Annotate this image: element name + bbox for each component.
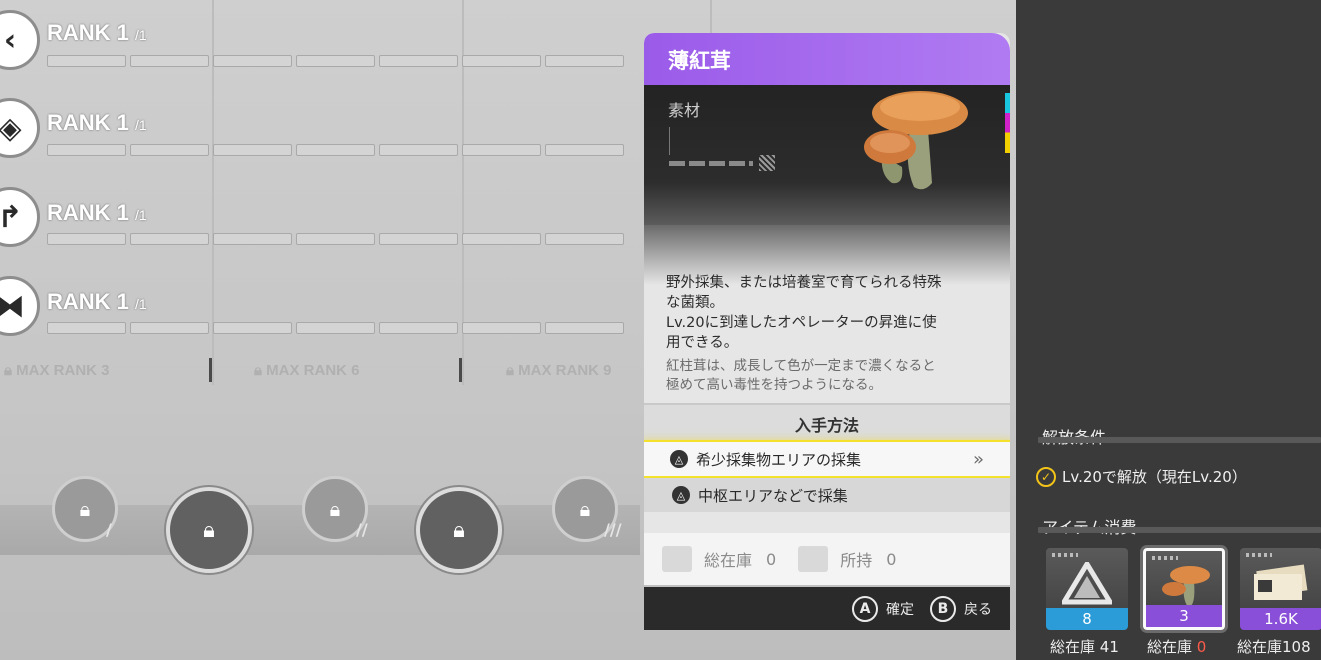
arrow-icon: ↱ bbox=[0, 187, 40, 247]
stock-label-3: 総在庫108 bbox=[1237, 638, 1311, 656]
stock-footer: 総在庫 0 所持 0 bbox=[644, 533, 1010, 585]
item-hero: 素材 bbox=[644, 85, 1010, 225]
mushroom-icon bbox=[1162, 566, 1210, 607]
lock-icon: 🔒︎ bbox=[79, 497, 91, 521]
crystal-icon bbox=[1062, 562, 1112, 605]
rank-label: RANK 1 /1 bbox=[47, 289, 147, 314]
warehouse-icon bbox=[662, 546, 692, 572]
max-rank-tick bbox=[459, 358, 462, 382]
item-detail-card: 薄紅茸 素材 野外採集、または培養室で育てられる特殊 な菌類。 Lv.20に到達… bbox=[644, 33, 1010, 585]
tier-marks: /// bbox=[604, 520, 622, 539]
owned-value: 0 bbox=[886, 549, 897, 569]
b-button-icon: B bbox=[930, 595, 956, 622]
item-category: 素材 bbox=[668, 101, 701, 120]
rank-label: RANK 1 /1 bbox=[47, 20, 147, 45]
requirements-panel: 解放条件 ✓ Lv.20で解放（現在Lv.20） アイテム消費 8 3 1.6K… bbox=[1016, 0, 1321, 660]
lock-icon: 🔒︎ bbox=[203, 517, 215, 543]
rank-row-3[interactable]: ↱ RANK 1 /1 bbox=[0, 187, 640, 267]
lock-icon: 🔒︎ bbox=[329, 497, 341, 521]
rank-progress-bars bbox=[47, 55, 624, 67]
decor-bar bbox=[669, 161, 753, 166]
gathering-icon: ◬ bbox=[672, 486, 690, 504]
rank-progress-bars bbox=[47, 144, 624, 156]
check-icon: ✓ bbox=[1036, 466, 1056, 487]
lock-icon: 🔒︎ bbox=[453, 517, 465, 543]
rank-label: RANK 1 /1 bbox=[47, 200, 147, 225]
rank-row-4[interactable]: ⧓ RANK 1 /1 bbox=[0, 276, 640, 356]
stock-label-2: 総在庫 0 bbox=[1147, 638, 1207, 656]
locked-node-4[interactable]: 🔒︎ bbox=[416, 487, 502, 573]
item-count: 1.6K bbox=[1240, 608, 1321, 630]
button-bar: A 確定 B 戻る bbox=[644, 587, 1010, 630]
item-lore: 紅柱茸は、成長して色が一定まで濃くなると 極めて高い毒性を持つようになる。 bbox=[666, 358, 936, 393]
owned-label: 所持 bbox=[840, 551, 873, 570]
qr-icon bbox=[759, 155, 775, 171]
rank-row-1[interactable]: ‹ RANK 1 /1 bbox=[0, 10, 640, 90]
locked-node-2[interactable]: 🔒︎ bbox=[166, 487, 252, 573]
acquisition-label: 希少採集物エリアの採集 bbox=[696, 450, 862, 469]
item-description: 野外採集、または培養室で育てられる特殊 な菌類。 Lv.20に到達したオペレータ… bbox=[666, 275, 942, 351]
acquisition-label: 中枢エリアなどで採集 bbox=[698, 486, 848, 505]
section-rule bbox=[1038, 527, 1321, 533]
cube-icon: ◈ bbox=[0, 98, 40, 158]
lock-icon: 🔒︎ bbox=[579, 497, 591, 521]
acquisition-rare-gathering[interactable]: ◬ 希少採集物エリアの採集 » bbox=[644, 440, 1010, 478]
tier-marks: // bbox=[356, 520, 368, 539]
rank-progress-bars bbox=[47, 233, 624, 245]
max-rank-label: 🔒︎ MAX RANK 9 bbox=[506, 362, 612, 379]
max-rank-label: 🔒︎ MAX RANK 6 bbox=[254, 362, 360, 379]
chevron-icon: ‹ bbox=[0, 10, 40, 70]
banknote-icon bbox=[1254, 564, 1308, 600]
rank-progress-bars bbox=[47, 322, 624, 334]
a-button-icon: A bbox=[852, 595, 878, 622]
unlock-title: 解放条件 bbox=[1042, 424, 1106, 448]
acquisition-hub-gathering[interactable]: ◬ 中枢エリアなどで採集 bbox=[644, 478, 1010, 512]
link-icon: ⧓ bbox=[0, 276, 40, 336]
consume-item-1[interactable]: 8 bbox=[1046, 548, 1128, 630]
storage-value: 0 bbox=[766, 549, 777, 569]
rank-label: RANK 1 /1 bbox=[47, 110, 147, 135]
back-button[interactable]: B 戻る bbox=[930, 595, 992, 622]
color-strip bbox=[1005, 93, 1010, 153]
unlock-condition: ✓ Lv.20で解放（現在Lv.20） bbox=[1036, 466, 1247, 487]
stock-label-1: 総在庫 41 bbox=[1050, 638, 1119, 656]
consume-item-2[interactable]: 3 bbox=[1143, 548, 1225, 630]
chevron-right-icon: » bbox=[972, 448, 984, 470]
max-rank-label: 🔒︎ MAX RANK 3 bbox=[4, 362, 110, 379]
item-count: 3 bbox=[1146, 605, 1222, 627]
acquisition-title: 入手方法 bbox=[644, 405, 1010, 442]
backpack-icon bbox=[798, 546, 829, 572]
tier-marks: / bbox=[106, 520, 112, 539]
consume-item-3[interactable]: 1.6K bbox=[1240, 548, 1321, 630]
confirm-button[interactable]: A 確定 bbox=[852, 595, 914, 622]
rank-row-2[interactable]: ◈ RANK 1 /1 bbox=[0, 98, 640, 178]
consume-title: アイテム消費 bbox=[1042, 514, 1136, 538]
decor-line bbox=[669, 127, 670, 155]
gathering-icon: ◬ bbox=[670, 450, 688, 468]
item-count: 8 bbox=[1046, 608, 1128, 630]
section-rule bbox=[1038, 437, 1321, 443]
max-rank-tick bbox=[209, 358, 212, 382]
mushroom-icon bbox=[864, 91, 968, 190]
storage-label: 総在庫 bbox=[704, 551, 753, 570]
